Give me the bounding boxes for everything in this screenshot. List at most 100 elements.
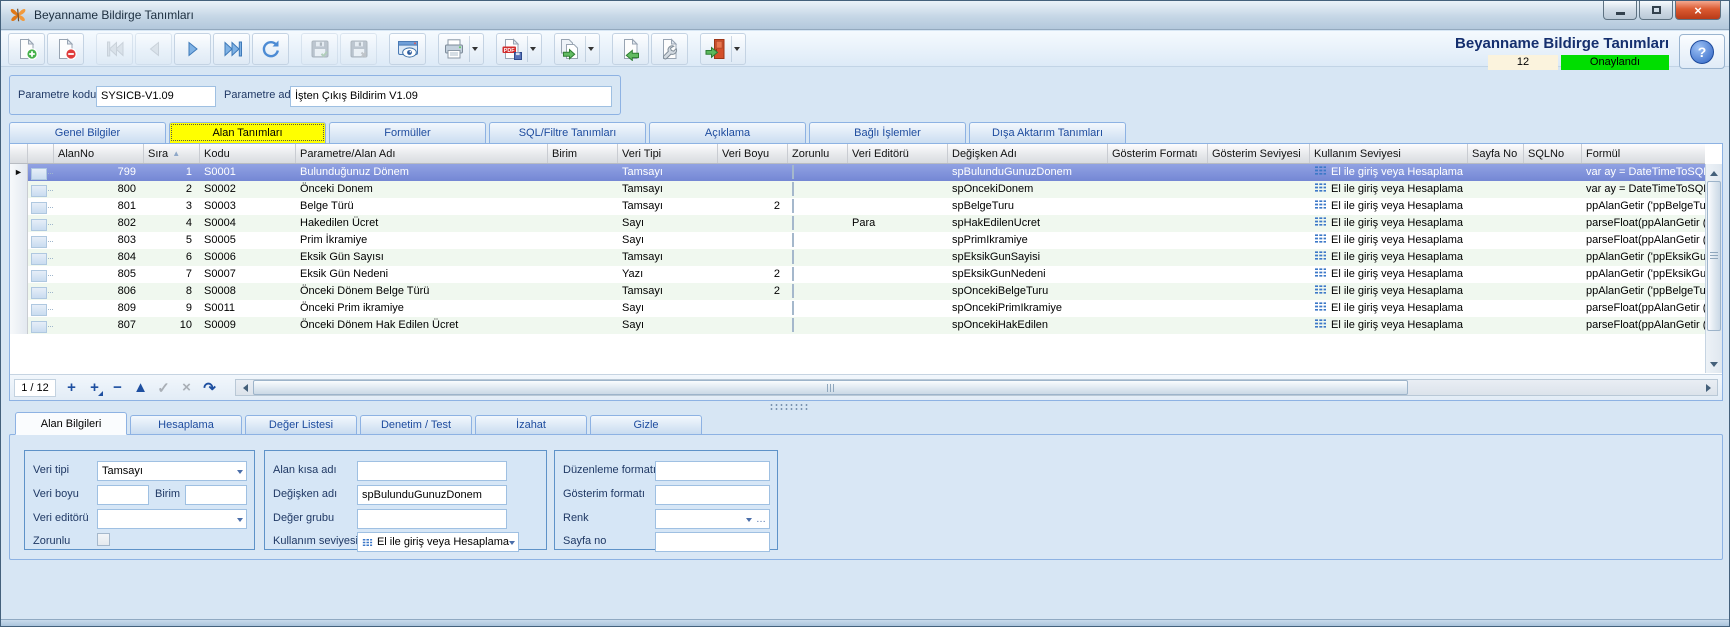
gosterim-formati-input[interactable] <box>655 485 770 505</box>
table-row[interactable]: 8099S0011Önceki Prim ikramiyeSayıspOncek… <box>10 300 1705 317</box>
col-header-veri-boyu[interactable]: Veri Boyu <box>718 144 788 163</box>
scroll-left-button[interactable] <box>236 380 253 395</box>
preview-button[interactable] <box>389 33 426 65</box>
table-row[interactable]: 8024S0004Hakedilen ÜcretSayıParaspHakEdi… <box>10 215 1705 232</box>
tab-bagli-islemler[interactable]: Bağlı İşlemler <box>809 122 966 143</box>
print-button[interactable] <box>438 33 484 65</box>
export-pdf-dropdown-arrow[interactable] <box>527 36 538 62</box>
tab-sql-filtre-tanimlari[interactable]: SQL/Filtre Tanımları <box>489 122 646 143</box>
detail-tab-deger-listesi[interactable]: Değer Listesi <box>245 415 357 435</box>
detail-tab-izahat[interactable]: İzahat <box>475 415 587 435</box>
horizontal-scrollbar-thumb[interactable] <box>253 380 1408 395</box>
zorunlu-checkbox[interactable] <box>792 301 794 315</box>
tab-disa-aktarim-tanimlari[interactable]: Dışa Aktarım Tanımları <box>969 122 1126 143</box>
detail-tab-alan-bilgileri[interactable]: Alan Bilgileri <box>15 412 127 435</box>
detail-tab-hesaplama[interactable]: Hesaplama <box>130 415 242 435</box>
horizontal-scrollbar[interactable] <box>235 379 1718 396</box>
table-row[interactable]: 8057S0007Eksik Gün NedeniYazı2spEksikGun… <box>10 266 1705 283</box>
col-header-kodu[interactable]: Kodu <box>200 144 296 163</box>
duzenleme-formati-input[interactable] <box>655 461 770 481</box>
table-row[interactable]: 8046S0006Eksik Gün SayısıTamsayıspEksikG… <box>10 249 1705 266</box>
navigator-cancel-button[interactable]: × <box>175 378 198 398</box>
tab-aciklama[interactable]: Açıklama <box>649 122 806 143</box>
col-header-degisken-adi[interactable]: Değişken Adı <box>948 144 1108 163</box>
col-header-veri-editoru[interactable]: Veri Editörü <box>848 144 948 163</box>
navigator-post-button[interactable]: ✓ <box>152 378 175 398</box>
navigator-edit-button[interactable]: ▲ <box>129 378 152 398</box>
birim-input[interactable] <box>185 485 247 505</box>
last-record-button[interactable] <box>213 33 250 65</box>
close-button[interactable]: × <box>1675 1 1721 20</box>
sayfa-no-input[interactable] <box>655 532 770 552</box>
tab-formuller[interactable]: Formüller <box>329 122 486 143</box>
table-row[interactable]: ►7991S0001Bulunduğunuz DönemTamsayıspBul… <box>10 164 1705 181</box>
zorunlu-checkbox[interactable] <box>792 216 794 230</box>
detail-tab-denetim-test[interactable]: Denetim / Test <box>360 415 472 435</box>
col-header-sira[interactable]: Sıra▲ <box>144 144 200 163</box>
vertical-scrollbar-track[interactable] <box>1706 331 1722 356</box>
col-header-formul[interactable]: Formül <box>1582 144 1705 163</box>
kullanim-seviyesi-combo[interactable]: El ile giriş veya Hesaplama <box>357 532 519 552</box>
delete-record-button[interactable] <box>47 33 84 65</box>
parameter-name-input[interactable]: İşten Çıkış Bildirim V1.09 <box>290 86 612 107</box>
zorunlu-checkbox[interactable] <box>792 250 794 264</box>
zorunlu-checkbox[interactable] <box>792 267 794 281</box>
renk-combo[interactable]: … <box>655 509 770 529</box>
col-header-gosterim-formati[interactable]: Gösterim Formatı <box>1108 144 1208 163</box>
col-header-sayfa-no[interactable]: Sayfa No <box>1468 144 1524 163</box>
col-header-veri-tipi[interactable]: Veri Tipi <box>618 144 718 163</box>
splitter-handle[interactable] <box>769 403 809 411</box>
maximize-button[interactable] <box>1639 1 1673 20</box>
new-record-button[interactable] <box>8 33 45 65</box>
vertical-scrollbar-thumb[interactable] <box>1707 181 1721 331</box>
navigator-add-child-button[interactable]: + <box>83 378 106 398</box>
table-row[interactable]: 8035S0005Prim İkramiyeSayıspPrimIkramiye… <box>10 232 1705 249</box>
col-header-alan-no[interactable]: AlanNo <box>54 144 144 163</box>
table-row[interactable]: 8068S0008Önceki Dönem Belge TürüTamsayı2… <box>10 283 1705 300</box>
veri-editoru-combo[interactable] <box>97 509 247 529</box>
deger-grubu-input[interactable] <box>357 509 507 529</box>
import-button[interactable] <box>612 33 649 65</box>
zorunlu-checkbox[interactable] <box>792 182 794 196</box>
scroll-right-button[interactable] <box>1700 380 1717 395</box>
horizontal-scrollbar-track[interactable] <box>1408 380 1700 395</box>
scroll-down-button[interactable] <box>1706 356 1722 373</box>
zorunlu-checkbox[interactable] <box>792 233 794 247</box>
document-tools-button[interactable] <box>651 33 688 65</box>
zorunlu-checkbox[interactable] <box>97 533 110 546</box>
exit-button[interactable] <box>700 33 746 65</box>
parameter-code-input[interactable]: SYSICB-V1.09 <box>96 86 216 107</box>
next-record-button[interactable] <box>174 33 211 65</box>
tab-alan-tanimlari[interactable]: Alan Tanımları <box>169 122 326 143</box>
col-header-parametre-alan-adi[interactable]: Parametre/Alan Adı <box>296 144 548 163</box>
col-header-sql-no[interactable]: SQLNo <box>1524 144 1582 163</box>
col-header-kullanim-seviyesi[interactable]: Kullanım Seviyesi <box>1310 144 1468 163</box>
zorunlu-checkbox[interactable] <box>792 165 794 179</box>
degisken-adi-input[interactable]: spBulunduGunuzDonem <box>357 485 507 505</box>
refresh-button[interactable] <box>252 33 289 65</box>
ellipsis-button[interactable]: … <box>756 514 766 525</box>
scroll-up-button[interactable] <box>1706 164 1722 181</box>
tab-genel-bilgiler[interactable]: Genel Bilgiler <box>9 122 166 143</box>
table-row[interactable]: 8002S0002Önceki DonemTamsayıspOncekiDone… <box>10 181 1705 198</box>
transfer-dropdown-arrow[interactable] <box>585 36 596 62</box>
vertical-scrollbar[interactable] <box>1705 164 1722 373</box>
col-header-birim[interactable]: Birim <box>548 144 618 163</box>
alan-kisa-adi-input[interactable] <box>357 461 507 481</box>
table-row[interactable]: 8013S0003Belge TürüTamsayı2spBelgeTuruEl… <box>10 198 1705 215</box>
navigator-delete-button[interactable]: − <box>106 378 129 398</box>
veri-tipi-combo[interactable]: Tamsayı <box>97 461 247 481</box>
navigator-refresh-button[interactable]: ↷ <box>198 378 221 398</box>
detail-tab-gizle[interactable]: Gizle <box>590 415 702 435</box>
export-pdf-button[interactable]: PDF <box>496 33 542 65</box>
zorunlu-checkbox[interactable] <box>792 318 794 332</box>
col-header-gosterim-seviyesi[interactable]: Gösterim Seviyesi <box>1208 144 1310 163</box>
exit-dropdown-arrow[interactable] <box>731 36 742 62</box>
navigator-add-button[interactable]: + <box>60 378 83 398</box>
table-row[interactable]: 80710S0009Önceki Dönem Hak Edilen ÜcretS… <box>10 317 1705 334</box>
minimize-button[interactable] <box>1603 1 1637 20</box>
col-header-zorunlu[interactable]: Zorunlu <box>788 144 848 163</box>
transfer-button[interactable] <box>554 33 600 65</box>
zorunlu-checkbox[interactable] <box>792 284 794 298</box>
print-dropdown-arrow[interactable] <box>469 36 480 62</box>
